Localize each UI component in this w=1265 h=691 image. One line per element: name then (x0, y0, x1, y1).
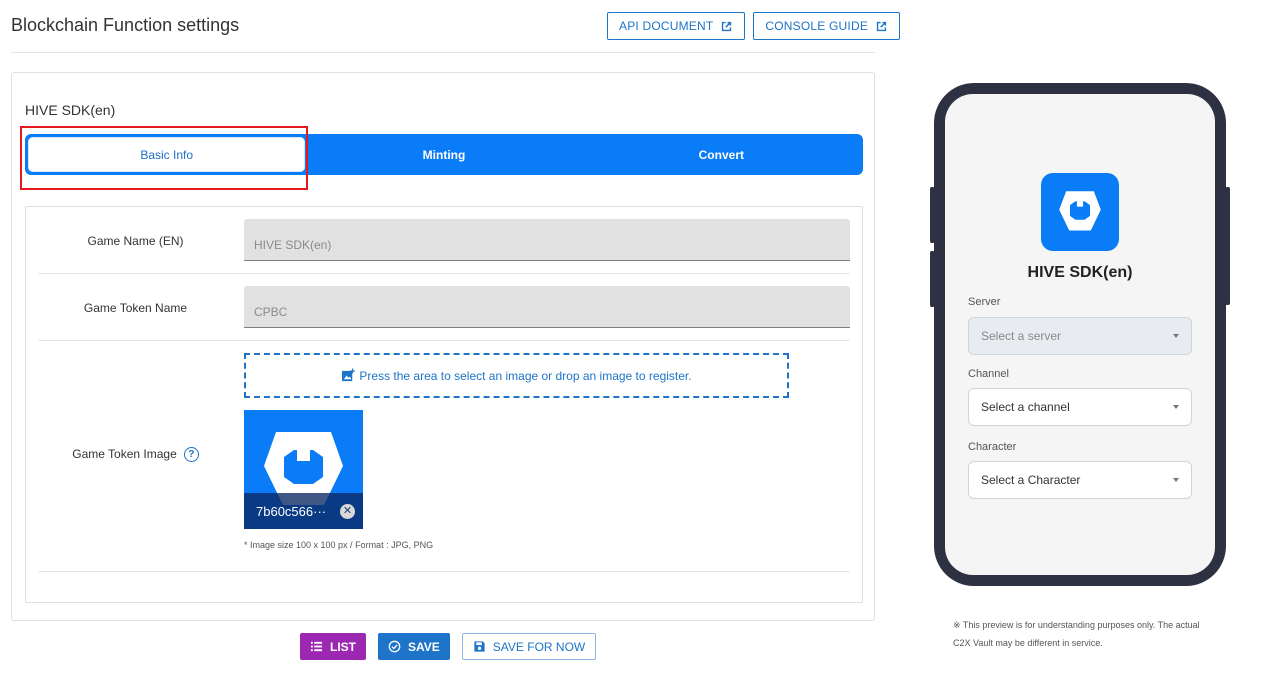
server-select[interactable]: Select a server (968, 317, 1192, 355)
tab-bar: Basic Info Minting Convert (25, 134, 863, 175)
form-actions: LIST SAVE SAVE FOR NOW (300, 633, 597, 660)
add-photo-icon (342, 368, 356, 382)
basic-info-form: Game Name (EN) HIVE SDK(en) Game Token N… (25, 206, 863, 603)
phone-side-button (930, 251, 935, 307)
list-label: LIST (330, 639, 356, 654)
character-label: Character (968, 441, 1017, 453)
page-title: Blockchain Function settings (11, 15, 240, 35)
settings-panel: HIVE SDK(en) Basic Info Minting Convert … (11, 72, 875, 621)
phone-screen: HIVE SDK(en) Server Select a server Chan… (945, 94, 1215, 575)
token-image-row: Game Token Image? Press the area to sele… (38, 341, 850, 572)
image-upload-dropzone[interactable]: Press the area to select an image or dro… (244, 353, 789, 398)
token-name-row: Game Token Name CPBC (38, 274, 850, 341)
preview-disclaimer: ※ This preview is for understanding purp… (953, 620, 1200, 648)
token-image-thumbnail: 7b60c566··· ✕ (244, 410, 363, 529)
token-name-label: Game Token Name (83, 301, 188, 315)
image-size-note: * Image size 100 x 100 px / Format : JPG… (244, 540, 434, 550)
mobile-preview: HIVE SDK(en) Server Select a server Chan… (930, 83, 1230, 586)
save-button[interactable]: SAVE (378, 633, 450, 660)
app-logo (1041, 173, 1119, 251)
character-placeholder: Select a Character (981, 473, 1081, 487)
console-guide-label: CONSOLE GUIDE (765, 19, 869, 33)
game-name-row: Game Name (EN) HIVE SDK(en) (38, 207, 850, 274)
token-image-filename: 7b60c566··· (256, 503, 327, 519)
list-button[interactable]: LIST (300, 633, 366, 660)
chevron-down-icon (1173, 478, 1179, 482)
game-name-label: Game Name (EN) (87, 234, 184, 248)
channel-placeholder: Select a channel (981, 400, 1070, 414)
token-image-label-wrap: Game Token Image? (38, 447, 233, 463)
close-circle-icon[interactable]: ✕ (340, 503, 355, 519)
game-name-field: HIVE SDK(en) (244, 219, 850, 261)
chevron-down-icon (1173, 405, 1179, 409)
token-name-value: CPBC (254, 305, 288, 319)
game-name-value: HIVE SDK(en) (254, 238, 332, 252)
external-link-icon (876, 21, 887, 31)
save-label: SAVE (408, 639, 440, 654)
list-icon (310, 641, 323, 652)
top-actions: API DOCUMENT CONSOLE GUIDE (607, 12, 901, 40)
channel-label: Channel (968, 368, 1009, 380)
console-guide-button[interactable]: CONSOLE GUIDE (753, 12, 901, 40)
api-document-button[interactable]: API DOCUMENT (607, 12, 746, 40)
section-title: HIVE SDK(en) (25, 102, 116, 118)
check-circle-icon (388, 640, 401, 653)
tab-basic-info[interactable]: Basic Info (28, 137, 306, 172)
character-select[interactable]: Select a Character (968, 461, 1192, 499)
token-image-label: Game Token Image (72, 447, 177, 461)
token-image-caption: 7b60c566··· ✕ (244, 493, 363, 529)
phone-side-button (1225, 187, 1230, 305)
save-for-now-button[interactable]: SAVE FOR NOW (461, 633, 597, 660)
external-link-icon (722, 21, 732, 31)
token-name-field: CPBC (244, 286, 850, 328)
floppy-icon (474, 641, 485, 652)
title-divider (11, 52, 875, 53)
phone-side-button (930, 187, 935, 243)
shield-logo-icon (1059, 191, 1101, 231)
channel-select[interactable]: Select a channel (968, 388, 1192, 426)
tab-convert[interactable]: Convert (583, 137, 860, 172)
upload-instruction: Press the area to select an image or dro… (359, 368, 692, 383)
save-for-now-label: SAVE FOR NOW (492, 639, 586, 654)
server-placeholder: Select a server (981, 329, 1062, 343)
api-document-label: API DOCUMENT (619, 19, 714, 33)
server-label: Server (968, 296, 1001, 308)
preview-app-name: HIVE SDK(en) (1027, 264, 1133, 281)
help-icon[interactable]: ? (183, 447, 199, 463)
chevron-down-icon (1173, 334, 1179, 338)
tab-minting[interactable]: Minting (305, 137, 582, 172)
